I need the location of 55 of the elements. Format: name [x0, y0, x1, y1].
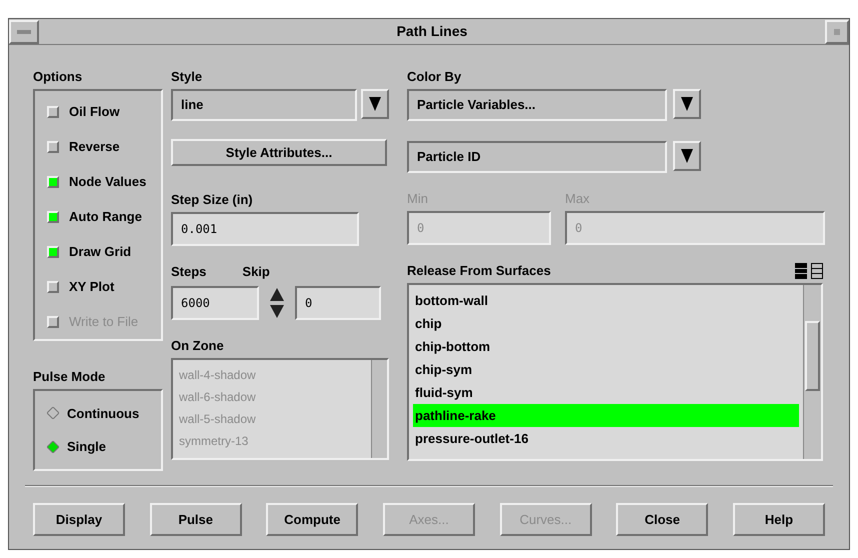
style-attributes-button[interactable]: Style Attributes...: [171, 139, 387, 166]
list-item[interactable]: chip: [413, 312, 799, 335]
list-item[interactable]: chip-bottom: [413, 335, 799, 358]
list-item[interactable]: bottom-wall: [413, 289, 799, 312]
maximize-button[interactable]: [825, 20, 849, 44]
step-size-field[interactable]: 0.001: [171, 212, 359, 246]
dropdown-button[interactable]: [673, 89, 701, 119]
diamond-icon: [47, 407, 59, 420]
field-label: Style: [171, 69, 204, 85]
checkbox[interactable]: Draw Grid: [47, 241, 149, 263]
checkbox[interactable]: Node Values: [47, 171, 149, 193]
color-by-dropdown[interactable]: Particle Variables...: [407, 89, 667, 121]
window-menu-button[interactable]: [9, 20, 39, 44]
caret-icon: [681, 97, 693, 111]
square-icon: [834, 28, 840, 34]
checkbox[interactable]: XY Plot: [47, 276, 149, 298]
section-label: Options: [33, 69, 84, 85]
select-all-button[interactable]: [795, 263, 807, 279]
checkbox[interactable]: Reverse: [47, 136, 149, 158]
dropdown-button[interactable]: [673, 141, 701, 171]
variable-dropdown[interactable]: Particle ID: [407, 141, 667, 173]
list-item[interactable]: pathline-rake: [413, 404, 799, 427]
dialog-button[interactable]: Help: [732, 503, 825, 536]
steps-field[interactable]: 6000: [171, 286, 259, 320]
field-label: Skip: [242, 264, 270, 280]
section-label: Release From Surfaces: [407, 263, 551, 279]
list-item[interactable]: pressure-outlet-16: [413, 427, 799, 450]
dialog-button[interactable]: Pulse: [150, 503, 242, 536]
window-title: Path Lines: [396, 22, 468, 41]
style-dropdown[interactable]: line: [171, 89, 357, 121]
checkbox[interactable]: Oil Flow: [47, 101, 149, 123]
radio-button[interactable]: Single: [47, 437, 149, 456]
field-label: On Zone: [171, 338, 225, 354]
section-label: Pulse Mode: [33, 369, 106, 385]
field-label: Step Size (in): [171, 192, 254, 208]
caret-icon: [369, 97, 381, 111]
scrollbar[interactable]: [803, 285, 821, 459]
list-item[interactable]: chip-sym: [413, 358, 799, 381]
dialog-button[interactable]: Compute: [266, 503, 358, 536]
lines-icon: [811, 263, 823, 279]
up-down-arrows-icon: [270, 288, 284, 318]
filled-lines-icon: [795, 263, 807, 279]
diamond-icon: [47, 440, 59, 453]
field-label: Steps: [171, 264, 206, 280]
radio-button[interactable]: Continuous: [47, 404, 149, 423]
dialog-button[interactable]: Close: [616, 503, 708, 536]
checkbox[interactable]: Auto Range: [47, 206, 149, 228]
list-item[interactable]: fluid-sym: [413, 381, 799, 404]
dialog-button[interactable]: Display: [33, 503, 125, 536]
dropdown-button[interactable]: [361, 89, 389, 119]
caret-icon: [681, 149, 693, 163]
field-label: Color By: [407, 69, 462, 85]
skip-field[interactable]: 0: [295, 286, 381, 320]
minus-icon: [17, 30, 31, 34]
deselect-all-button[interactable]: [811, 263, 823, 279]
